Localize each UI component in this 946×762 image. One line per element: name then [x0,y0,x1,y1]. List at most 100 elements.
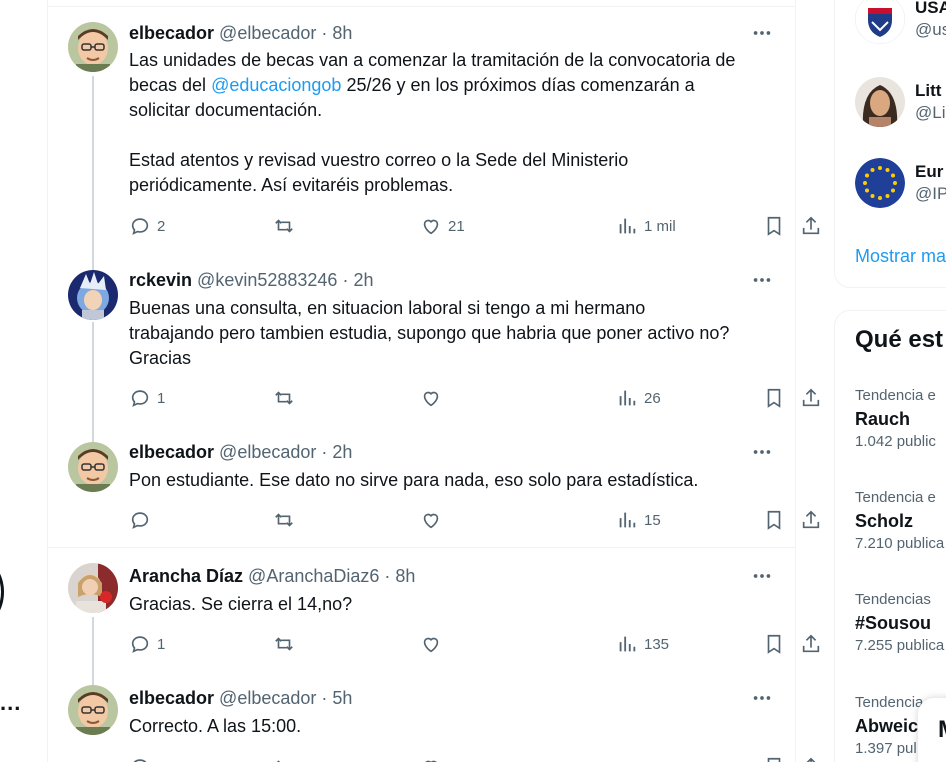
suggestion-handle: @IP [915,184,946,203]
bookmark-button[interactable] [763,214,785,238]
trend-context: Tendencia [855,694,924,711]
like-button[interactable] [420,632,442,656]
avatar-elbecador[interactable] [68,685,118,735]
display-name[interactable]: elbecador [129,23,214,44]
tweet-5[interactable]: elbecador @elbecador · 5h Correcto. A la… [48,681,816,762]
repost-button[interactable] [273,214,295,238]
avatar-usa[interactable] [855,0,905,44]
repost-button[interactable] [273,632,295,656]
display-name[interactable]: Arancha Díaz [129,566,243,587]
views-button[interactable]: 1 mil [616,214,676,238]
trend-title[interactable]: #Sousou [855,610,944,636]
more-options-icon[interactable]: ... [0,690,21,716]
follow-suggestion[interactable]: Litt @Li [855,77,946,127]
repost-button[interactable] [273,755,295,762]
views-button[interactable]: 135 [616,632,669,656]
bookmark-button[interactable] [763,632,785,656]
display-name[interactable]: elbecador [129,688,214,709]
avatar-litt[interactable] [855,77,905,127]
tweet-3[interactable]: elbecador @elbecador · 2h Pon estudiante… [48,434,820,548]
more-options-icon[interactable] [751,687,773,709]
more-options-icon[interactable] [751,269,773,291]
views-button[interactable]: 26 [616,386,661,410]
reply-button[interactable] [129,508,151,532]
tweet-1[interactable]: elbecador @elbecador · 8h Las unidades d… [48,8,820,270]
share-icon [802,216,820,235]
repost-icon [275,391,293,405]
display-name[interactable]: rckevin [129,270,192,291]
thread-line [92,322,94,434]
avatar-arancha[interactable] [68,563,118,613]
bookmark-button[interactable] [763,386,785,410]
bookmark-button[interactable] [763,755,785,762]
repost-button[interactable] [273,386,295,410]
reply-icon [131,512,149,529]
repost-icon [275,219,293,233]
repost-button[interactable] [273,508,295,532]
share-button[interactable] [800,508,822,532]
like-button[interactable] [420,755,442,762]
suggestion-name[interactable]: USA [915,0,946,19]
timestamp[interactable]: 2h [353,270,373,291]
timestamp[interactable]: 2h [332,442,352,463]
like-button[interactable] [420,508,442,532]
suggestion-name[interactable]: Litt [915,80,946,102]
trend-item[interactable]: Tendencia e Scholz 7.210 publica [855,488,944,554]
avatar-elbecador[interactable] [68,442,118,492]
tweet-4[interactable]: Arancha Díaz @AranchaDiaz6 · 8h Gracias.… [48,549,820,681]
suggestion-name[interactable]: Eur [915,161,946,183]
messages-drawer[interactable]: M [918,698,946,762]
avatar-eu-flag[interactable] [855,158,905,208]
views-icon [619,636,636,652]
tweet-2[interactable]: rckevin @kevin52883246 · 2h Buenas una c… [48,262,820,434]
reply-button[interactable]: 1 [129,632,165,656]
more-options-icon[interactable] [751,565,773,587]
trend-title[interactable]: Abweic [855,713,923,739]
like-button[interactable]: 21 [420,214,465,238]
follow-suggestion[interactable]: USA @us [855,0,946,44]
share-button[interactable] [800,214,822,238]
reply-icon [131,218,149,235]
views-button[interactable]: 15 [616,508,661,532]
avatar-elbecador[interactable] [68,22,118,72]
more-options-icon[interactable] [751,441,773,463]
trend-count: 1.397 pul [855,740,917,757]
timestamp[interactable]: 5h [332,688,352,709]
user-handle[interactable]: @elbecador [219,688,316,709]
heart-icon [425,760,437,762]
trend-item[interactable]: Tendencia e Rauch 1.042 public [855,386,936,452]
reply-button[interactable]: 2 [129,214,165,238]
follow-suggestion[interactable]: Eur @IP [855,158,946,208]
timestamp[interactable]: 8h [395,566,415,587]
show-more-link[interactable]: Mostrar ma [855,246,946,267]
avatar-rckevin[interactable] [68,270,118,320]
repost-icon [275,637,293,651]
view-count: 26 [644,389,661,407]
user-handle[interactable]: @AranchaDiaz6 [248,566,379,587]
reply-button[interactable] [129,755,151,762]
trend-item[interactable]: Tendencia Abweic 1.397 pul [855,693,923,759]
user-handle[interactable]: @kevin52883246 [197,270,337,291]
more-options-icon[interactable] [751,22,773,44]
mention-link[interactable]: @educaciongob [211,75,341,95]
trend-title[interactable]: Rauch [855,406,936,432]
account-avatar-fragment[interactable] [0,560,4,624]
trend-count: 7.210 publica [855,535,945,552]
reply-button[interactable]: 1 [129,386,165,410]
share-button[interactable] [800,386,822,410]
timestamp[interactable]: 8h [332,23,352,44]
display-name[interactable]: elbecador [129,442,214,463]
heart-icon [423,637,439,653]
repost-icon [275,513,293,527]
trend-title[interactable]: Scholz [855,508,944,534]
heart-icon [423,391,439,407]
share-icon [802,510,820,529]
user-handle[interactable]: @elbecador [219,442,316,463]
user-handle[interactable]: @elbecador [219,23,316,44]
trend-item[interactable]: Tendencias #Sousou 7.255 publica [855,590,944,656]
share-button[interactable] [800,755,822,762]
bookmark-button[interactable] [763,508,785,532]
reply-icon [131,636,149,653]
share-button[interactable] [800,632,822,656]
like-button[interactable] [420,386,442,410]
